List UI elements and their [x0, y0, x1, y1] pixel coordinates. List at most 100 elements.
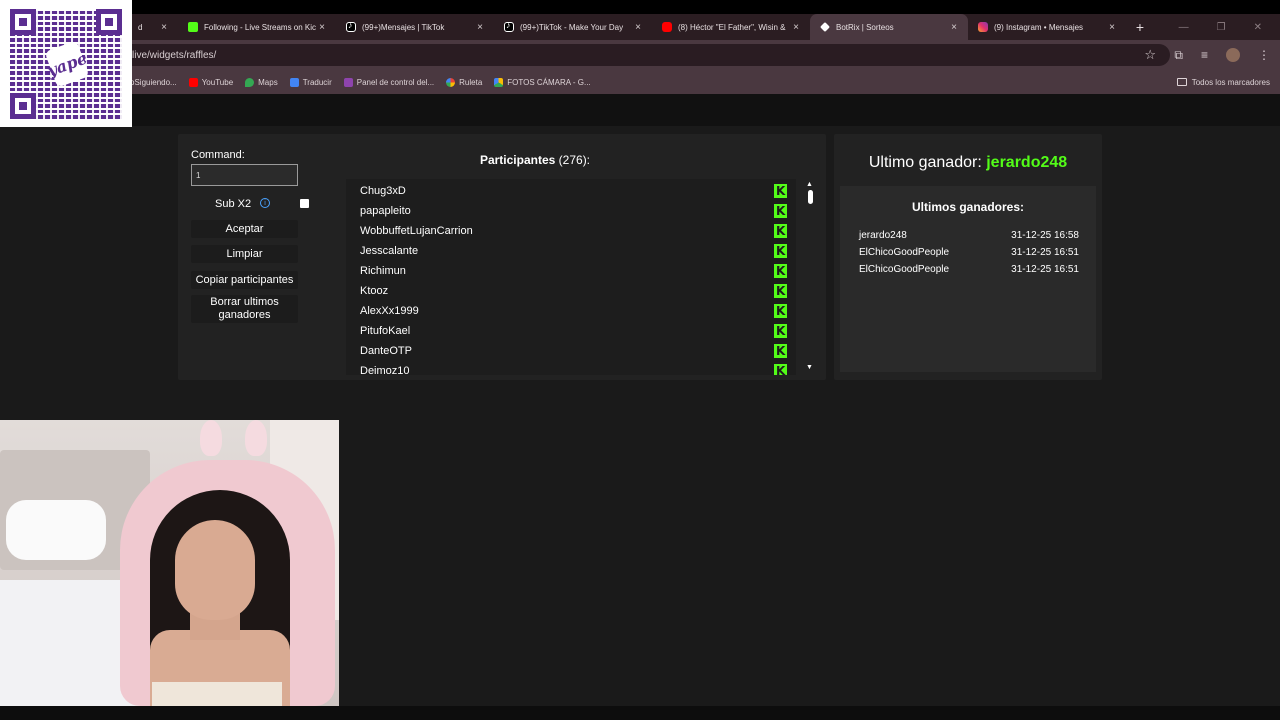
profile-avatar[interactable]: [1226, 48, 1240, 62]
bookmark-translate[interactable]: Traducir: [289, 77, 332, 87]
list-item: AlexXx1999: [346, 300, 787, 320]
scrollbar-thumb[interactable]: [808, 190, 813, 204]
yape-logo: yape: [44, 39, 90, 88]
winner-name: ElChicoGoodPeople: [859, 264, 950, 275]
participant-name: AlexXx1999: [360, 305, 419, 317]
list-item: Ktooz: [346, 280, 787, 300]
playlist-icon[interactable]: ≡: [1201, 48, 1208, 62]
all-bookmarks[interactable]: Todos los marcadores: [1176, 70, 1270, 94]
sub-x2-row: Sub X2 i: [191, 196, 309, 212]
bookmark-siguiendo[interactable]: oSiguiendo...: [130, 78, 177, 87]
accept-button[interactable]: Aceptar: [191, 220, 298, 238]
qr-finder: [10, 92, 36, 119]
last-winner-name: jerardo248: [986, 154, 1068, 171]
webcam-person-face: [175, 520, 255, 620]
star-icon[interactable]: ☆: [1144, 47, 1156, 63]
list-item: Jesscalante: [346, 240, 787, 260]
list-item: WobbuffetLujanCarrion: [346, 220, 787, 240]
tiktok-icon: [504, 20, 514, 32]
toolbar-icons: ⧉ ≡ ⋮: [1174, 40, 1270, 70]
top-strip: [0, 0, 1280, 14]
kick-icon: [774, 364, 787, 375]
instagram-icon: [978, 22, 988, 32]
kick-icon: [774, 204, 787, 218]
wheel-icon: [446, 77, 456, 87]
bookmark-label: Ruleta: [459, 77, 483, 87]
tab-4[interactable]: (99+)TikTok - Make Your Day ×: [494, 14, 652, 40]
close-icon[interactable]: ×: [158, 22, 170, 33]
kick-icon: [774, 284, 787, 298]
tab-2[interactable]: Following - Live Streams on Kick ×: [178, 14, 336, 40]
webcam-feed: [0, 420, 339, 706]
tab-3[interactable]: (99+)Mensajes | TikTok ×: [336, 14, 494, 40]
bookmark-label: Panel de control del...: [356, 77, 435, 87]
bookmark-ruleta[interactable]: Ruleta: [446, 77, 483, 87]
bookmark-fotos[interactable]: FOTOS CÁMARA - G...: [494, 77, 591, 87]
tab-title: (99+)TikTok - Make Your Day: [520, 22, 624, 32]
page-header-strip: [0, 94, 1280, 126]
new-tab-button[interactable]: +: [1126, 14, 1154, 40]
tab-6[interactable]: BotRix | Sorteos ×: [810, 14, 968, 40]
kick-icon: [774, 344, 787, 358]
tab-1[interactable]: d ×: [130, 14, 178, 40]
scroll-down-icon[interactable]: ▼: [806, 364, 813, 371]
menu-icon[interactable]: ⋮: [1258, 48, 1270, 62]
close-icon[interactable]: ×: [632, 22, 644, 33]
all-bookmarks-label: Todos los marcadores: [1191, 77, 1270, 87]
bunny-ear: [245, 420, 267, 456]
restore-icon[interactable]: ❐: [1217, 22, 1226, 33]
participant-name: DanteOTP: [360, 345, 412, 357]
drive-icon: [494, 77, 504, 87]
copy-participants-button[interactable]: Copiar participantes: [191, 271, 298, 289]
close-icon[interactable]: ×: [948, 22, 960, 33]
sub-x2-checkbox[interactable]: [300, 199, 309, 208]
webcam-person-top: [152, 682, 282, 706]
translate-icon: [289, 77, 299, 87]
maps-icon: [245, 77, 255, 87]
close-icon[interactable]: ×: [316, 22, 328, 33]
tab-title: (9) Instagram • Mensajes: [994, 22, 1084, 32]
list-item: Deimoz10: [346, 360, 787, 375]
tab-5[interactable]: (8) Héctor "El Father", Wisin & ×: [652, 14, 810, 40]
bookmarks-bar: oSiguiendo... YouTube Maps Traducir Pane…: [0, 70, 1280, 94]
winner-name: jerardo248: [859, 230, 907, 241]
raffle-panel: Command: 1 Sub X2 i Aceptar Limpiar Copi…: [178, 134, 826, 380]
webcam-pillow: [6, 500, 106, 560]
extensions-icon[interactable]: ⧉: [1174, 48, 1183, 63]
kick-icon: [774, 324, 787, 338]
minimize-icon[interactable]: —: [1179, 22, 1189, 33]
delete-winners-button[interactable]: Borrar ultimos ganadores: [191, 295, 298, 323]
bookmark-youtube[interactable]: YouTube: [188, 77, 234, 87]
close-icon[interactable]: ×: [790, 22, 802, 33]
participants-list[interactable]: Chug3xD papapleito WobbuffetLujanCarrion…: [346, 179, 796, 375]
kick-icon: [774, 264, 787, 278]
list-item: PitufoKael: [346, 320, 787, 340]
bookmark-label: Maps: [258, 77, 278, 87]
screen: d × Following - Live Streams on Kick × (…: [0, 0, 1280, 720]
scroll-up-icon[interactable]: ▲: [806, 181, 813, 188]
close-icon[interactable]: ×: [1106, 22, 1118, 33]
last-winner-label: Ultimo ganador:: [868, 154, 982, 171]
bookmark-panel[interactable]: Panel de control del...: [343, 77, 435, 87]
participant-name: PitufoKael: [360, 325, 411, 337]
bookmark-maps[interactable]: Maps: [245, 77, 278, 87]
qr-finder: [96, 8, 122, 35]
command-input[interactable]: 1: [191, 164, 298, 186]
winner-row: ElChicoGoodPeople 31-12-25 16:51: [859, 264, 1079, 280]
kick-icon: [774, 244, 787, 258]
tiktok-icon: [346, 20, 356, 32]
tab-7[interactable]: (9) Instagram • Mensajes ×: [968, 14, 1126, 40]
participant-name: Jesscalante: [360, 245, 419, 257]
youtube-icon: [188, 77, 198, 87]
close-window-icon[interactable]: ✕: [1254, 22, 1262, 33]
clear-button[interactable]: Limpiar: [191, 245, 298, 263]
address-bar[interactable]: live/widgets/raffles/: [120, 44, 1170, 66]
list-item: papapleito: [346, 200, 787, 220]
info-icon[interactable]: i: [260, 198, 270, 208]
bookmark-label: YouTube: [201, 77, 234, 87]
last-winner-heading: Ultimo ganador: jerardo248: [834, 154, 1102, 172]
participants-label: Participantes: [479, 153, 556, 167]
close-icon[interactable]: ×: [474, 22, 486, 33]
kick-icon: [774, 224, 787, 238]
sub-x2-label: Sub X2: [215, 198, 252, 210]
